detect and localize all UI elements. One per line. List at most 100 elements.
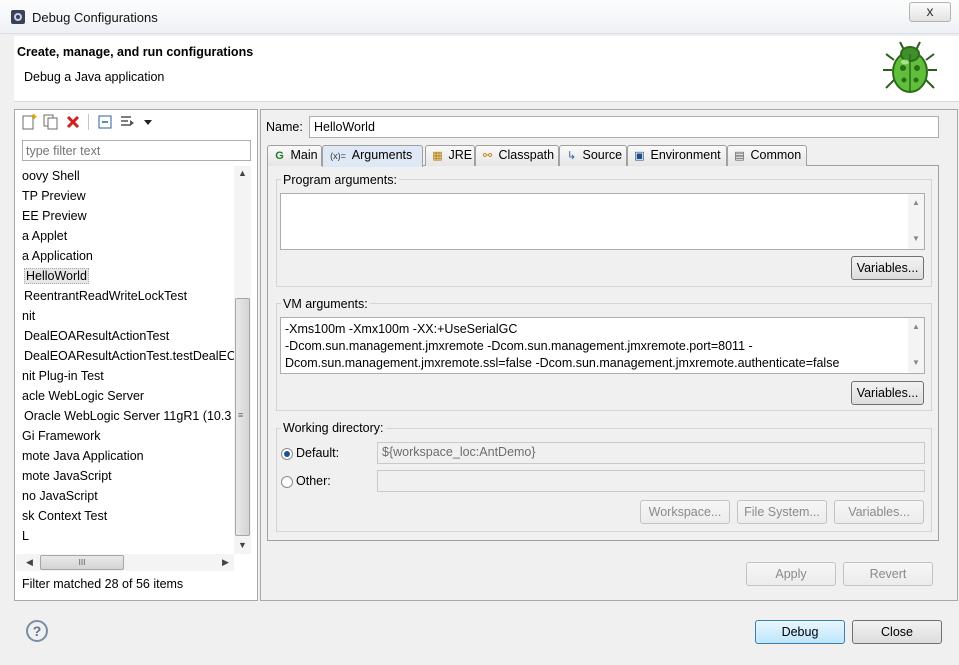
tree-item[interactable]: oovy Shell <box>16 166 234 186</box>
tree-item-label: DealEOAResultActionTest.testDealEC <box>24 349 234 363</box>
help-icon[interactable]: ? <box>26 620 48 642</box>
tree-item-label: a Application <box>22 249 93 263</box>
common-icon: ▤ <box>734 150 745 162</box>
debug-app-icon <box>11 10 25 24</box>
delete-icon[interactable] <box>64 114 82 130</box>
main-icon: G <box>275 150 284 162</box>
toolbar-divider <box>88 114 89 130</box>
scroll-left-icon[interactable]: ◀ <box>26 557 33 568</box>
view-menu-chevron-down-icon[interactable] <box>142 114 154 130</box>
filter-icon[interactable] <box>119 114 137 130</box>
default-radio[interactable] <box>281 448 293 460</box>
tree-item-label: TP Preview <box>22 189 86 203</box>
tree-item[interactable]: mote Java Application <box>16 446 234 466</box>
tree-item[interactable]: L <box>16 526 234 546</box>
revert-button[interactable]: Revert <box>843 562 933 586</box>
vm-arguments-scrollbar[interactable]: ▲ ▼ <box>908 318 924 373</box>
apply-button[interactable]: Apply <box>746 562 836 586</box>
tree-item-label: sk Context Test <box>22 509 108 523</box>
tree-item[interactable]: Oracle WebLogic Server 11gR1 (10.3 <box>16 406 234 426</box>
program-arguments-textarea[interactable] <box>280 193 925 250</box>
scroll-up-icon[interactable]: ▲ <box>238 168 247 178</box>
tab-label: Source <box>582 148 623 162</box>
new-configuration-icon[interactable] <box>20 114 38 130</box>
scroll-right-icon[interactable]: ▶ <box>222 557 229 568</box>
tree-item-label: Gi Framework <box>22 429 101 443</box>
jre-icon: ▦ <box>432 150 443 162</box>
vm-arguments-textarea[interactable]: -Xms100m -Xmx100m -XX:+UseSerialGC -Dcom… <box>280 317 925 374</box>
source-icon: ↳ <box>566 150 577 162</box>
tree-item[interactable]: EE Preview <box>16 206 234 226</box>
workspace-button[interactable]: Workspace... <box>640 500 730 524</box>
tab-arguments[interactable]: (x)= Arguments <box>322 145 423 167</box>
filter-input[interactable] <box>22 140 251 161</box>
vm-arguments-line: Dcom.sun.management.jmxremote.ssl=false … <box>285 356 840 370</box>
tab-label: JRE <box>448 148 473 162</box>
name-label: Name: <box>266 120 303 134</box>
filter-status: Filter matched 28 of 56 items <box>22 577 184 591</box>
default-directory-field: ${workspace_loc:AntDemo} <box>377 442 925 464</box>
program-arguments-label: Program arguments: <box>281 173 399 187</box>
name-field[interactable]: HelloWorld <box>309 116 939 138</box>
tree-item[interactable]: TP Preview <box>16 186 234 206</box>
tree-item[interactable]: ReentrantReadWriteLockTest <box>16 286 234 306</box>
tab-label: Arguments <box>351 148 413 162</box>
tree-item-label: L <box>22 529 29 543</box>
tab-label: Common <box>750 148 802 162</box>
tree-item[interactable]: Gi Framework <box>16 426 234 446</box>
tree-item[interactable]: nit Plug-in Test <box>16 366 234 386</box>
tree-item-label: oovy Shell <box>22 169 80 183</box>
classpath-icon: ⚯ <box>482 150 493 162</box>
tree-item-label: DealEOAResultActionTest <box>24 329 170 343</box>
tree-item[interactable]: a Application <box>16 246 234 266</box>
tab-source[interactable]: ↳ Source <box>559 145 627 166</box>
window-title: Debug Configurations <box>32 10 158 25</box>
file-system-button[interactable]: File System... <box>737 500 827 524</box>
tab-jre[interactable]: ▦ JRE <box>425 145 475 166</box>
tree-item-selected[interactable]: HelloWorld <box>16 266 234 286</box>
tree-item[interactable]: no JavaScript <box>16 486 234 506</box>
tab-environment[interactable]: ▣ Environment <box>627 145 727 166</box>
close-button[interactable]: Close <box>852 620 942 644</box>
tree-item[interactable]: DealEOAResultActionTest <box>16 326 234 346</box>
tree-item[interactable]: mote JavaScript <box>16 466 234 486</box>
vm-variables-button[interactable]: Variables... <box>851 381 924 405</box>
program-arguments-scrollbar[interactable]: ▲ ▼ <box>908 194 924 249</box>
other-radio[interactable] <box>281 476 293 488</box>
program-variables-button[interactable]: Variables... <box>851 256 924 280</box>
tree-item-label: acle WebLogic Server <box>22 389 145 403</box>
tree-item-label: nit <box>22 309 36 323</box>
vm-arguments-label: VM arguments: <box>281 297 370 311</box>
window-close-button[interactable]: x <box>909 2 951 22</box>
tree-item-label: Oracle WebLogic Server 11gR1 (10.3 <box>24 409 232 423</box>
duplicate-icon[interactable] <box>42 114 60 130</box>
vm-arguments-line: -Xms100m -Xmx100m -XX:+UseSerialGC <box>285 322 518 336</box>
working-dir-variables-button[interactable]: Variables... <box>834 500 924 524</box>
banner-title: Create, manage, and run configurations <box>17 45 254 59</box>
collapse-all-icon[interactable] <box>96 114 114 130</box>
tree-item[interactable]: sk Context Test <box>16 506 234 526</box>
bug-icon <box>883 41 937 93</box>
tab-label: Main <box>290 148 318 162</box>
tree-item-label: mote JavaScript <box>22 469 112 483</box>
horizontal-scroll-thumb[interactable]: III <box>40 555 124 570</box>
tree-item-label: nit Plug-in Test <box>22 369 104 383</box>
other-radio-label: Other: <box>296 474 331 488</box>
tree-item-label: no JavaScript <box>22 489 98 503</box>
scroll-down-icon[interactable]: ▼ <box>238 540 247 550</box>
tab-label: Classpath <box>498 148 555 162</box>
banner-subtitle: Debug a Java application <box>24 70 165 84</box>
debug-button[interactable]: Debug <box>755 620 845 644</box>
vm-arguments-line: -Dcom.sun.management.jmxremote -Dcom.sun… <box>285 339 753 353</box>
tab-label: Environment <box>650 148 721 162</box>
tree-item[interactable]: a Applet <box>16 226 234 246</box>
other-directory-field <box>377 470 925 492</box>
tab-main[interactable]: G Main <box>267 145 322 166</box>
tree-item[interactable]: nit <box>16 306 234 326</box>
environment-icon: ▣ <box>634 150 645 162</box>
tree-item[interactable]: DealEOAResultActionTest.testDealEC <box>16 346 234 366</box>
tree-item[interactable]: acle WebLogic Server <box>16 386 234 406</box>
tab-classpath[interactable]: ⚯ Classpath <box>475 145 559 166</box>
tab-common[interactable]: ▤ Common <box>727 145 807 166</box>
tree-item-label: a Applet <box>22 229 68 243</box>
